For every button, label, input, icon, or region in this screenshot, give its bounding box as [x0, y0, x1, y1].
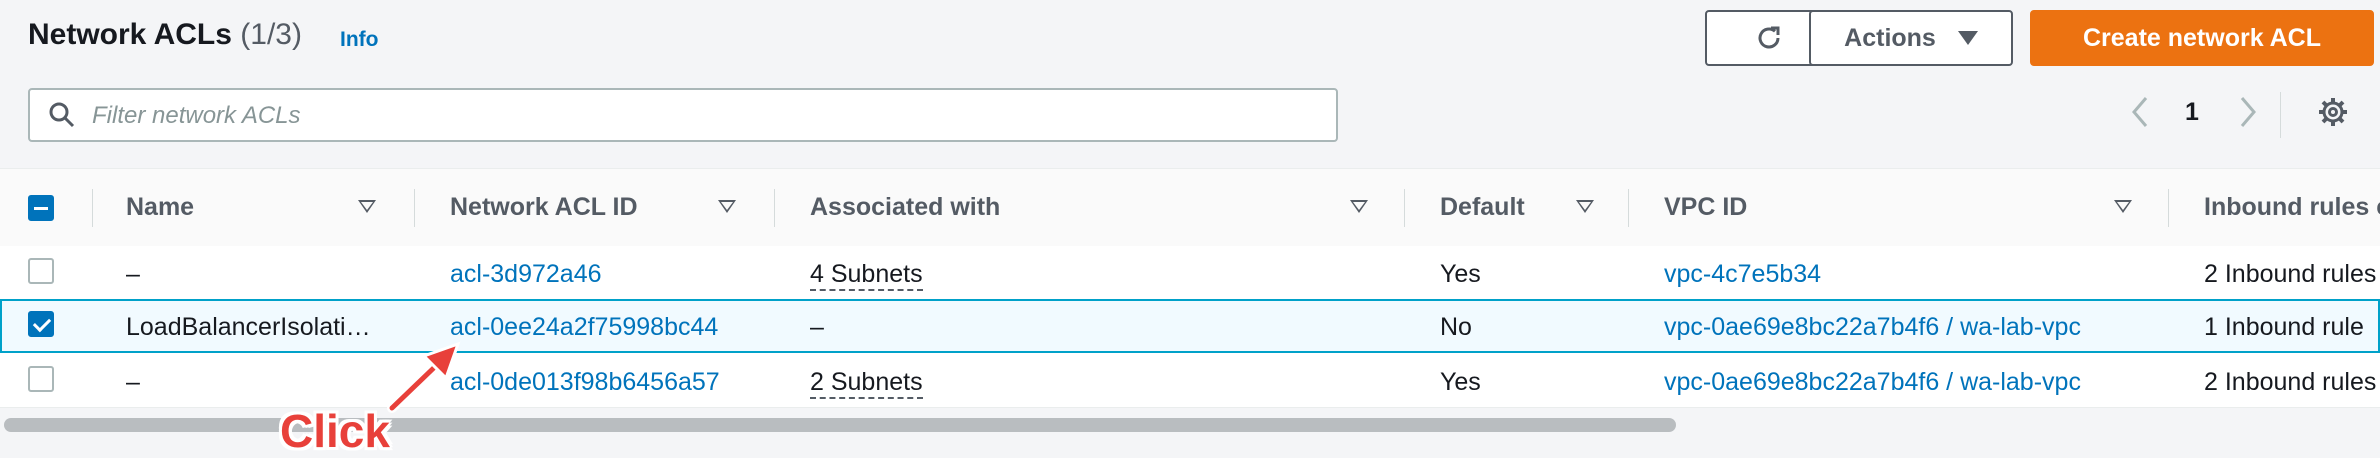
sort-icon[interactable]: [718, 200, 736, 213]
chevron-right-icon[interactable]: [2236, 94, 2260, 130]
page-header: Network ACLs (1/3) Info Actions Create n…: [0, 0, 2380, 168]
gear-icon[interactable]: [2317, 96, 2349, 128]
column-header-vpc-id[interactable]: VPC ID: [1664, 193, 1747, 222]
annotation-label: Click: [280, 405, 390, 457]
caret-down-icon: [1957, 31, 1978, 45]
cell-acl-id-link[interactable]: acl-0ee24a2f75998bc44: [450, 313, 718, 342]
cell-associated: –: [810, 313, 824, 341]
row-checkbox[interactable]: [28, 366, 54, 392]
page-number[interactable]: 1: [2185, 98, 2199, 127]
column-header-name[interactable]: Name: [126, 193, 194, 222]
table-header: Name Network ACL ID Associated with Defa…: [0, 168, 2380, 248]
cell-associated[interactable]: 4 Subnets: [810, 260, 923, 291]
search-input[interactable]: [90, 100, 1294, 132]
column-divider: [1628, 189, 1629, 227]
cell-acl-id-link[interactable]: acl-3d972a46: [450, 260, 602, 289]
cell-vpc-link[interactable]: vpc-0ae69e8bc22a7b4f6 / wa-lab-vpc: [1664, 368, 2081, 397]
cell-inbound: 2 Inbound rules: [2204, 368, 2377, 396]
column-header-acl-id[interactable]: Network ACL ID: [450, 193, 638, 222]
chevron-left-icon[interactable]: [2128, 94, 2152, 130]
row-checkbox[interactable]: [28, 258, 54, 284]
create-network-acl-button[interactable]: Create network ACL: [2030, 10, 2374, 66]
sort-icon[interactable]: [1350, 200, 1368, 213]
search-icon: [49, 102, 75, 128]
sort-icon[interactable]: [2114, 200, 2132, 213]
column-divider: [774, 189, 775, 227]
refresh-icon: [1758, 26, 1780, 49]
cell-name: –: [126, 260, 140, 288]
pager-divider: [2280, 92, 2281, 138]
create-label: Create network ACL: [2082, 23, 2321, 52]
sort-icon[interactable]: [1576, 200, 1594, 213]
row-checkbox[interactable]: [28, 311, 54, 337]
annotation-arrow-icon: [387, 341, 461, 413]
column-divider: [414, 189, 415, 227]
network-acl-table: Name Network ACL ID Associated with Defa…: [0, 168, 2380, 408]
cell-acl-id-link[interactable]: acl-0de013f98b6456a57: [450, 368, 720, 397]
cell-inbound: 1 Inbound rule: [2204, 313, 2364, 341]
column-header-associated[interactable]: Associated with: [810, 193, 1000, 222]
cell-default: Yes: [1440, 368, 1481, 396]
table-row[interactable]: – acl-0de013f98b6456a57 2 Subnets Yes vp…: [0, 354, 2380, 408]
cell-associated[interactable]: 2 Subnets: [810, 368, 923, 399]
search-box[interactable]: [28, 88, 1338, 142]
actions-button[interactable]: Actions: [1809, 10, 2013, 66]
column-header-default[interactable]: Default: [1440, 193, 1525, 222]
cell-name: –: [126, 368, 140, 396]
sort-icon[interactable]: [358, 200, 376, 213]
cell-default: Yes: [1440, 260, 1481, 288]
page-title: Network ACLs (1/3): [28, 18, 302, 52]
cell-inbound: 2 Inbound rules: [2204, 260, 2377, 288]
actions-label: Actions: [1844, 23, 1936, 52]
column-divider: [1404, 189, 1405, 227]
info-link[interactable]: Info: [340, 28, 378, 52]
select-all-checkbox[interactable]: [28, 195, 54, 221]
page-title-text: Network ACLs: [28, 18, 232, 51]
table-row-selected[interactable]: LoadBalancerIsolati… acl-0ee24a2f75998bc…: [0, 299, 2380, 353]
cell-vpc-link[interactable]: vpc-0ae69e8bc22a7b4f6 / wa-lab-vpc: [1664, 313, 2081, 342]
column-divider: [92, 189, 93, 227]
column-divider: [2168, 189, 2169, 227]
scrollbar-thumb[interactable]: [4, 418, 1676, 432]
table-row[interactable]: – acl-3d972a46 4 Subnets Yes vpc-4c7e5b3…: [0, 246, 2380, 300]
cell-vpc-link[interactable]: vpc-4c7e5b34: [1664, 260, 1821, 289]
cell-name: LoadBalancerIsolati…: [126, 313, 371, 341]
column-header-inbound-rules[interactable]: Inbound rules c: [2204, 193, 2380, 222]
selection-count: (1/3): [240, 18, 302, 51]
cell-default: No: [1440, 313, 1472, 341]
